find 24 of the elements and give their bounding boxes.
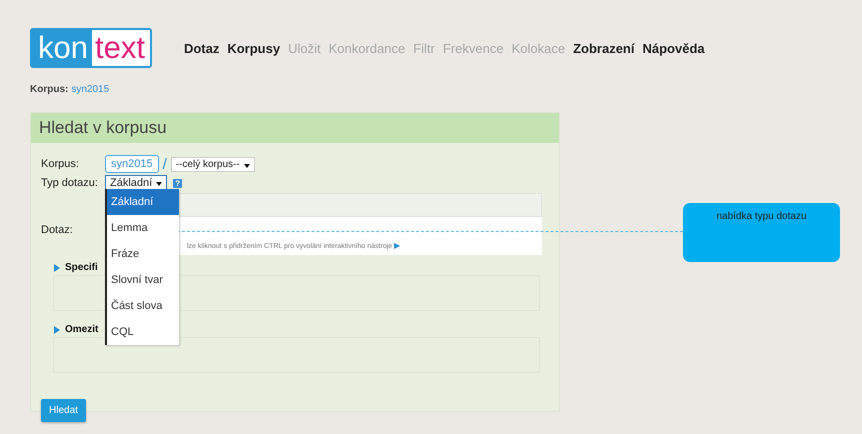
nav-link[interactable]: Nápověda	[642, 40, 705, 56]
separator-text: /	[162, 156, 167, 172]
dropdown-option[interactable]: Část slova	[107, 293, 179, 319]
field-label: Typ dotazu:	[41, 177, 99, 189]
subcorpus-select[interactable]: --celý korpus--	[170, 156, 255, 172]
dropdown-option[interactable]: Slovní tvar	[107, 267, 179, 293]
field-label: Dotaz:	[41, 224, 74, 236]
breadcrumb-label: Korpus:	[30, 84, 68, 95]
triangle-icon[interactable]	[54, 326, 60, 334]
triangle-icon[interactable]	[54, 264, 60, 272]
section-title[interactable]: Specifi	[65, 262, 98, 273]
field-label: Korpus:	[41, 158, 80, 170]
section-title[interactable]: Omezit	[65, 324, 98, 335]
nav-link[interactable]: Zobrazení	[573, 40, 634, 56]
logo-text: text	[92, 30, 150, 66]
dropdown-option[interactable]: Lemma	[107, 215, 179, 241]
callout-box: nabídka typu dotazu	[683, 203, 840, 262]
logo-text: kon	[32, 30, 92, 66]
nav-link[interactable]: Dotaz	[184, 40, 220, 56]
dropdown-option[interactable]: Základní	[107, 189, 179, 215]
help-icon[interactable]: ?	[173, 178, 182, 188]
dropdown-option[interactable]: CQL	[107, 319, 179, 345]
nav-link[interactable]: Korpusy	[227, 40, 280, 56]
panel-title: Hledat v korpusu	[31, 113, 559, 143]
